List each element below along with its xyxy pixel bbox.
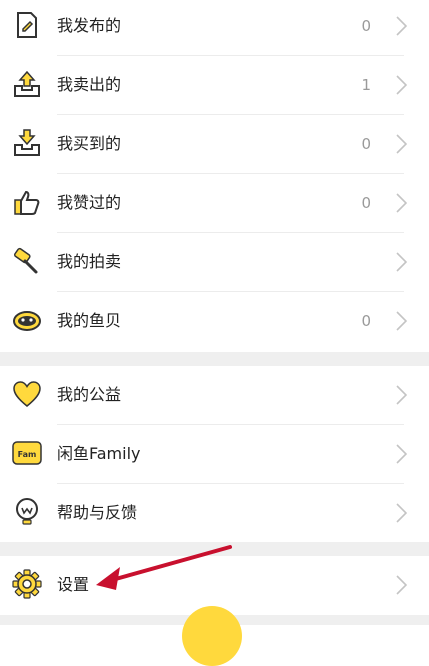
- menu-item-auction[interactable]: 我的拍卖: [0, 233, 429, 292]
- menu-item-charity[interactable]: 我的公益: [0, 366, 429, 425]
- menu-item-bought[interactable]: 我买到的 0: [0, 115, 429, 174]
- menu-item-label: 我卖出的: [57, 75, 122, 94]
- svg-text:Fam: Fam: [18, 450, 37, 459]
- feedback-bulb-icon: [12, 497, 42, 527]
- box-upload-icon: [12, 69, 42, 99]
- menu-item-label: 我买到的: [57, 134, 122, 153]
- menu-item-label: 我的拍卖: [57, 252, 122, 271]
- menu-item-sold[interactable]: 我卖出的 1: [0, 56, 429, 115]
- menu-item-label: 设置: [57, 575, 90, 594]
- menu-item-count: 0: [361, 312, 371, 330]
- chevron-right-icon: [396, 503, 407, 523]
- menu-item-count: 1: [361, 76, 371, 94]
- chevron-right-icon: [396, 16, 407, 36]
- thumbs-up-icon: [12, 187, 42, 217]
- section-gap: [0, 352, 429, 366]
- chevron-right-icon: [396, 252, 407, 272]
- menu-group-2: 我的公益 Fam 闲鱼Family 帮助与反馈: [0, 366, 429, 542]
- menu-item-family[interactable]: Fam 闲鱼Family: [0, 425, 429, 484]
- menu-item-count: 0: [361, 135, 371, 153]
- document-edit-icon: [12, 10, 42, 40]
- section-gap: [0, 542, 429, 556]
- menu-item-published[interactable]: 我发布的 0: [0, 0, 429, 56]
- menu-item-label: 我发布的: [57, 16, 122, 35]
- family-badge-icon: Fam: [12, 438, 42, 468]
- chevron-right-icon: [396, 134, 407, 154]
- menu-item-help-feedback[interactable]: 帮助与反馈: [0, 484, 429, 543]
- shell-icon: [12, 305, 42, 335]
- menu-item-label: 闲鱼Family: [57, 444, 141, 463]
- gear-icon: [12, 569, 42, 599]
- chevron-right-icon: [396, 385, 407, 405]
- menu-item-shells[interactable]: 我的鱼贝 0: [0, 292, 429, 351]
- menu-item-label: 我的公益: [57, 385, 122, 404]
- menu-item-label: 帮助与反馈: [57, 503, 138, 522]
- menu-group-1: 我发布的 0 我卖出的 1 我买到的 0 我赞过的 0 我的拍卖 我的鱼贝 0: [0, 0, 429, 352]
- menu-item-count: 0: [361, 17, 371, 35]
- heart-icon: [12, 379, 42, 409]
- chevron-right-icon: [396, 311, 407, 331]
- menu-item-liked[interactable]: 我赞过的 0: [0, 174, 429, 233]
- menu-item-label: 我赞过的: [57, 193, 122, 212]
- post-fab-button[interactable]: [182, 606, 242, 666]
- box-download-icon: [12, 128, 42, 158]
- chevron-right-icon: [396, 193, 407, 213]
- menu-item-label: 我的鱼贝: [57, 311, 122, 330]
- menu-item-count: 0: [361, 194, 371, 212]
- chevron-right-icon: [396, 444, 407, 464]
- chevron-right-icon: [396, 75, 407, 95]
- auction-hammer-icon: [12, 246, 42, 276]
- chevron-right-icon: [396, 575, 407, 595]
